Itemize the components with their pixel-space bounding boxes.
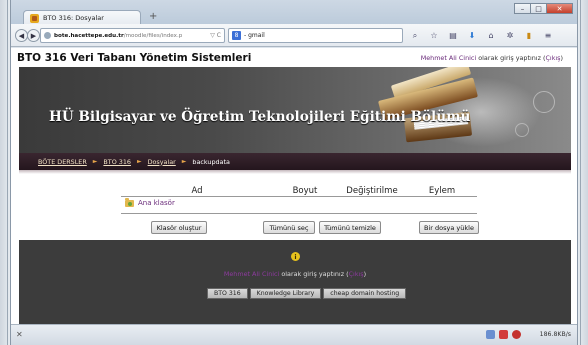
page-footer: i Mehmet Ali Cinici olarak giriş yaptını… [19,240,571,324]
url-path: /moodle/files/index.p [123,32,183,39]
column-header-action: Eylem [428,186,456,196]
tab-bto316-dosyalar[interactable]: BTO 316: Dosyalar [23,10,141,25]
search-engine-icon[interactable]: 8 [232,31,241,40]
search-input[interactable]: - gmail [244,32,265,39]
table-divider [121,213,477,214]
info-icon[interactable]: i [291,252,300,261]
bookmark-star-icon[interactable]: ☆ [427,29,441,42]
breadcrumb-current: backupdata [192,157,230,166]
breadcrumb-separator-icon: ► [136,158,142,165]
tab-bar: BTO 316: Dosyalar + – □ ✕ [11,0,577,25]
search-magnifier-icon[interactable]: ⌕ [408,29,422,42]
address-bar[interactable]: bote.hacettepe.edu.tr /moodle/files/inde… [40,28,225,43]
files-table-header: Ad Boyut Değiştirilme Eylem [121,183,477,197]
decorative-circle [533,91,555,113]
browser-window: BTO 316: Dosyalar + – □ ✕ ◀ ▶ bote.hacet… [10,0,578,345]
breadcrumb-bote-dersler[interactable]: BÖTE DERSLER [38,158,87,166]
new-tab-button[interactable]: + [149,11,157,22]
column-header-name: Ad [191,186,203,196]
column-header-size: Boyut [292,186,318,196]
search-bar[interactable]: 8 - gmail [228,28,403,43]
select-all-button[interactable]: Tümünü seç [263,221,315,234]
footer-link-bto316[interactable]: BTO 316 [207,288,248,299]
downloads-icon[interactable]: ⬇ [465,29,479,42]
footer-link-knowledge-library[interactable]: Knowledge Library [249,288,322,299]
close-statusbar-icon[interactable]: ✕ [16,330,23,339]
menu-icon[interactable]: ≡ [541,29,555,42]
banner-title: HÜ Bilgisayar ve Öğretim Teknolojileri E… [49,109,471,125]
bookmarks-menu-icon[interactable]: ▤ [446,29,460,42]
footer-user-link[interactable]: Mehmet Ali Cinici [224,270,280,278]
status-icons [482,330,521,339]
breadcrumb: BÖTE DERSLER ► BTO 316 ► Dosyalar ► back… [19,153,571,170]
login-text-end: ) [560,54,564,62]
back-arrow-icon: ◀ [18,31,25,40]
files-table: Ad Boyut Değiştirilme Eylem Ana klasör [121,183,477,214]
left-window-edge [0,0,10,345]
header-banner: HÜ Bilgisayar ve Öğretim Teknolojileri E… [19,67,571,153]
footer-logout-link[interactable]: Çıkış [349,270,364,278]
forward-arrow-icon: ▶ [30,31,37,40]
toolbar-icons: ⌕ ☆ ▤ ⬇ ⌂ ✲ ▮ ≡ [408,29,560,42]
file-actions: Klasör oluştur Tümünü seç Tümünü temizle… [121,221,479,235]
login-text: olarak giriş yaptınız ( [476,54,546,62]
forward-button[interactable]: ▶ [27,29,40,42]
column-header-modified: Değiştirilme [346,186,398,196]
course-title: BTO 316 Veri Tabanı Yönetim Sistemleri [17,52,252,64]
extension-icon[interactable]: ▮ [522,29,536,42]
footer-link-domain-hosting[interactable]: cheap domain hosting [323,288,407,299]
close-window-button[interactable]: ✕ [546,3,573,14]
breadcrumb-separator-icon: ► [181,158,187,165]
footer-login-text: olarak giriş yaptınız ( [279,270,349,278]
parent-folder-link[interactable]: Ana klasör [138,199,175,207]
footer-login-text-end: ) [363,270,367,278]
page-viewport: BTO 316 Veri Tabanı Yönetim Sistemleri M… [11,48,577,324]
window-controls: – □ ✕ [514,3,573,14]
maximize-button[interactable]: □ [530,3,547,14]
footer-login-info: Mehmet Ali Cinici olarak giriş yaptınız … [19,270,571,278]
url-dropdown-reload[interactable]: ▽ C [210,32,221,39]
navigation-bar: ◀ ▶ bote.hacettepe.edu.tr /moodle/files/… [11,24,577,47]
status-bar: ✕ 186.8KB/s [11,324,577,345]
addon-icon[interactable]: ✲ [503,29,517,42]
moodle-favicon-icon [30,13,39,23]
upload-file-button[interactable]: Bir dosya yükle [419,221,479,234]
tab-title: BTO 316: Dosyalar [43,14,104,22]
right-window-edge [578,0,588,345]
table-row: Ana klasör [121,197,477,209]
download-speed: 186.8KB/s [539,331,571,338]
speed-monitor-icon[interactable] [512,330,521,339]
parent-folder-icon [125,197,134,207]
home-icon[interactable]: ⌂ [484,29,498,42]
addon-status-icon[interactable] [499,330,508,339]
decorative-circle [515,123,529,137]
clear-all-button[interactable]: Tümünü temizle [319,221,381,234]
addon-status-icon[interactable] [486,330,495,339]
site-identity-icon [44,32,51,39]
breadcrumb-bto316[interactable]: BTO 316 [103,158,131,166]
footer-links: BTO 316 Knowledge Library cheap domain h… [207,288,408,299]
login-user-link[interactable]: Mehmet Ali Cinici [421,54,477,62]
create-folder-button[interactable]: Klasör oluştur [151,221,207,234]
login-info: Mehmet Ali Cinici olarak giriş yaptınız … [421,54,563,62]
breadcrumb-separator-icon: ► [92,158,98,165]
url-host: bote.hacettepe.edu.tr [54,32,124,39]
minimize-button[interactable]: – [514,3,531,14]
breadcrumb-dosyalar[interactable]: Dosyalar [148,158,176,166]
logout-link[interactable]: Çıkış [545,54,560,62]
